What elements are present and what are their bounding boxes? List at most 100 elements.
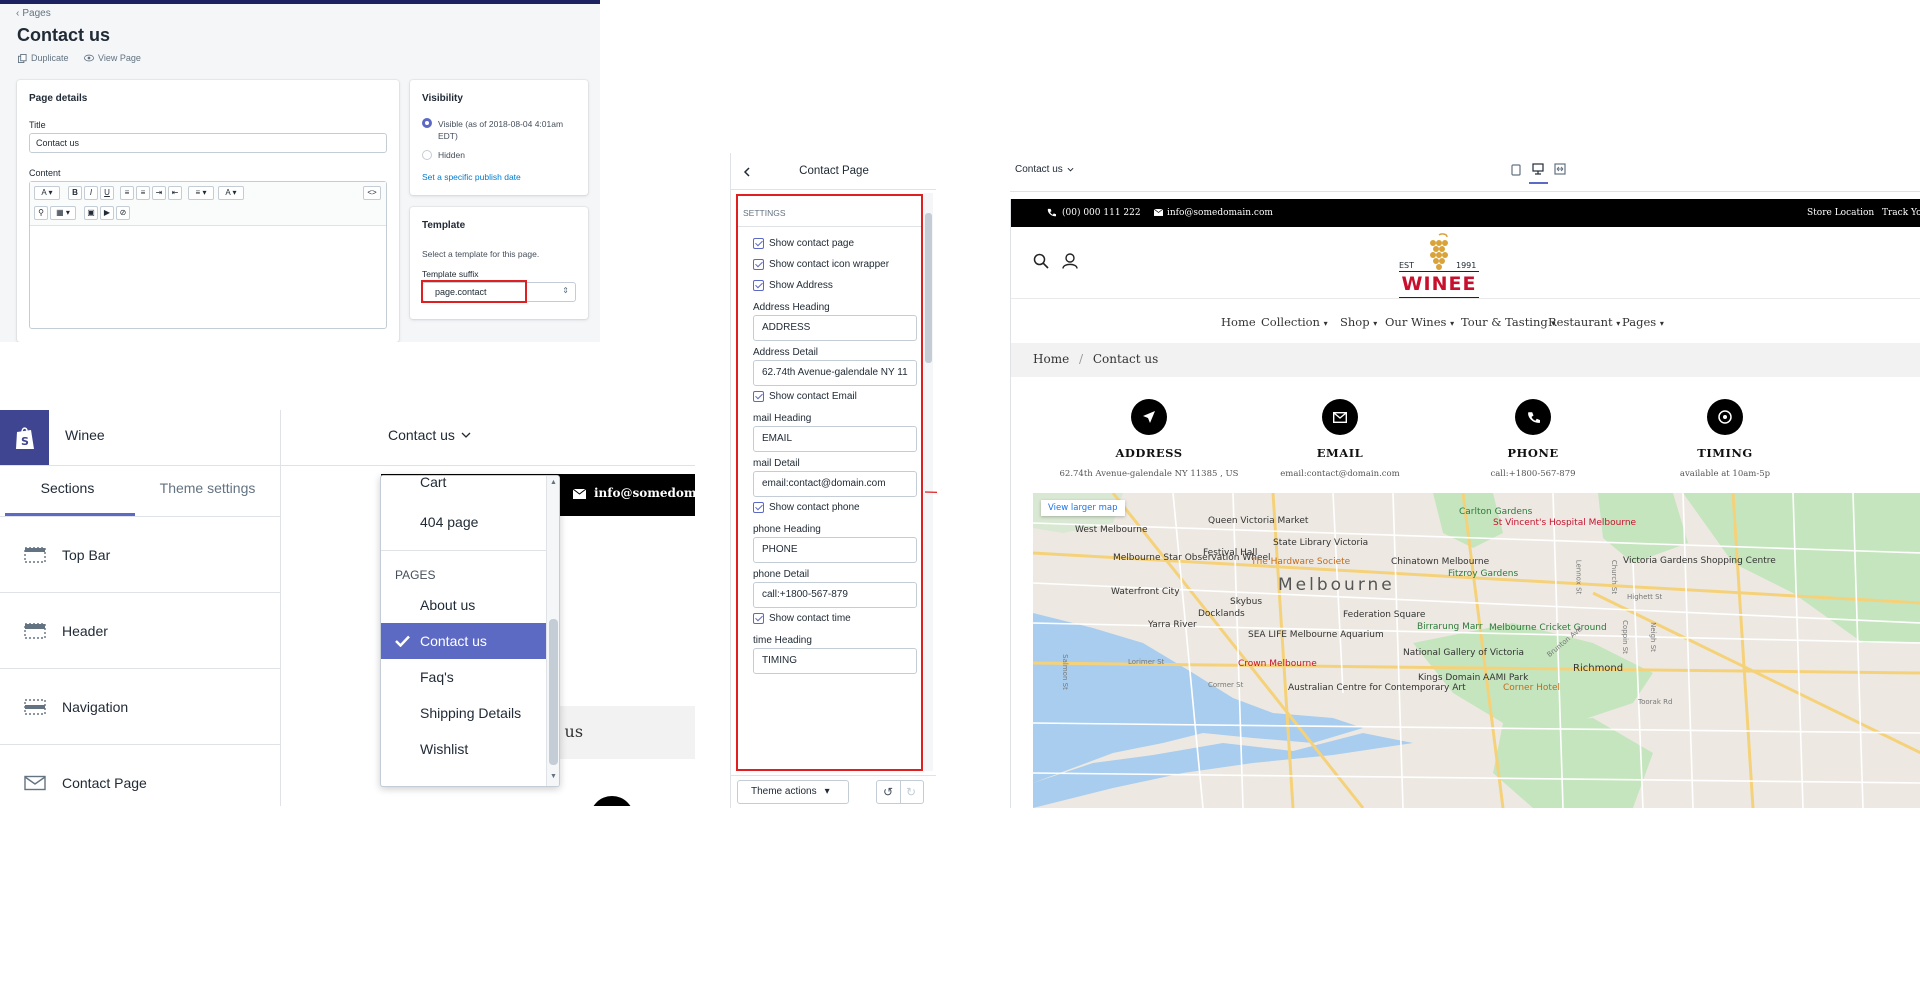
html-button[interactable]: <> (363, 186, 381, 200)
nav-restaurant[interactable]: Restaurant ▾ (1548, 315, 1620, 329)
fullscreen-view-icon[interactable] (1554, 163, 1566, 175)
scroll-up-icon[interactable]: ▲ (550, 479, 557, 486)
italic-button[interactable]: I (84, 186, 98, 200)
tab-theme-settings[interactable]: Theme settings (135, 480, 280, 496)
settings-scrollbar-thumb[interactable] (925, 213, 932, 363)
map-label: Toorak Rd (1638, 698, 1673, 706)
show-time-checkbox[interactable]: Show contact time (753, 613, 851, 624)
map-label: Cormer St (1208, 681, 1244, 689)
address-heading-input[interactable]: ADDRESS (753, 315, 917, 341)
section-icon (24, 698, 46, 715)
clear-format-icon[interactable]: ⊘ (116, 206, 130, 220)
google-map[interactable]: View larger map Melbourne West Melbourne… (1033, 493, 1920, 808)
user-icon[interactable] (1062, 253, 1078, 269)
scrollbar-thumb[interactable] (549, 619, 558, 765)
dropdown-item-404[interactable]: 404 page (381, 504, 546, 540)
breadcrumb-pages-link[interactable]: Pages (22, 8, 50, 19)
sidebar-item-contact-page[interactable]: Contact Page (0, 745, 280, 806)
dropdown-item-faq[interactable]: Faq's (381, 659, 546, 695)
settings-scrollbar[interactable] (924, 193, 933, 771)
text-color-button[interactable]: A ▾ (218, 186, 244, 200)
scroll-down-icon[interactable]: ▼ (550, 773, 557, 780)
mobile-view-icon[interactable] (1511, 164, 1521, 176)
topbar-track-order[interactable]: Track Yo (1882, 208, 1920, 218)
time-heading-label: time Heading (753, 635, 812, 646)
map-label: West Melbourne (1075, 525, 1148, 535)
show-address-checkbox[interactable]: Show Address (753, 280, 833, 291)
preview-page-selector[interactable]: Contact us (1015, 164, 1074, 175)
breadcrumb-home-link[interactable]: Home (1033, 352, 1069, 366)
dropdown-item-cart[interactable]: Cart (381, 476, 546, 494)
redo-icon[interactable]: ↻ (906, 785, 916, 799)
undo-icon[interactable]: ↺ (883, 785, 893, 799)
map-label: Lorimer St (1128, 658, 1165, 666)
show-email-checkbox[interactable]: Show contact Email (753, 391, 857, 402)
view-page-button[interactable]: View Page (84, 53, 141, 63)
desktop-view-icon[interactable] (1532, 163, 1544, 175)
nav-our-wines[interactable]: Our Wines ▾ (1385, 315, 1454, 329)
hidden-radio[interactable] (422, 150, 432, 160)
template-card: Template Select a template for this page… (410, 207, 588, 319)
search-icon[interactable] (1033, 253, 1049, 269)
bullet-list-button[interactable]: ≡ (120, 186, 134, 200)
publish-date-link[interactable]: Set a specific publish date (422, 172, 521, 182)
sidebar-item-header[interactable]: Header (0, 593, 280, 669)
title-input[interactable]: Contact us (29, 133, 387, 153)
outdent-button[interactable]: ⇤ (168, 186, 182, 200)
table-button[interactable]: ▦ ▾ (50, 206, 76, 220)
link-icon[interactable]: ⚲ (34, 206, 48, 220)
nav-home[interactable]: Home (1221, 315, 1256, 329)
visible-radio[interactable] (422, 118, 432, 128)
shopify-logo: S (0, 410, 49, 465)
show-phone-checkbox[interactable]: Show contact phone (753, 502, 860, 513)
show-icon-wrapper-checkbox[interactable]: Show contact icon wrapper (753, 259, 889, 270)
tab-sections[interactable]: Sections (0, 480, 135, 496)
image-icon[interactable]: ▣ (84, 206, 98, 220)
nav-shop[interactable]: Shop ▾ (1340, 315, 1377, 329)
breadcrumb-bar: Home / Contact us (1011, 343, 1920, 377)
undo-redo-divider (900, 781, 901, 803)
nav-collection[interactable]: Collection ▾ (1261, 315, 1328, 329)
winee-logo[interactable]: EST 1991 WINEE (1389, 233, 1489, 299)
phone-detail-input[interactable]: call:+1800-567-879 (753, 582, 917, 608)
font-button[interactable]: A ▾ (34, 186, 60, 200)
sidebar-item-top-bar[interactable]: Top Bar (0, 517, 280, 593)
page-selector[interactable]: Contact us (388, 427, 471, 443)
underline-button[interactable]: U (100, 186, 114, 200)
dropdown-scrollbar[interactable]: ▲ ▼ (546, 476, 559, 786)
store-name: Winee (65, 427, 105, 443)
bold-button[interactable]: B (68, 186, 82, 200)
duplicate-button[interactable]: Duplicate (18, 53, 69, 63)
dropdown-item-contact[interactable]: Contact us (381, 623, 546, 659)
view-larger-map-link[interactable]: View larger map (1041, 500, 1125, 516)
map-label: Salmon St (1060, 654, 1069, 690)
align-button[interactable]: ≡ ▾ (188, 186, 214, 200)
nav-pages[interactable]: Pages ▾ (1622, 315, 1664, 329)
phone-heading-input[interactable]: PHONE (753, 537, 917, 563)
content-editor[interactable]: A ▾ B I U ≡ ≡ ⇥ ⇤ ≡ ▾ A ▾ <> ⚲ ▦ ▾ ▣ ▶ ⊘ (29, 181, 387, 329)
mail-icon (573, 489, 586, 499)
topbar-store-location[interactable]: Store Location (1807, 208, 1874, 218)
video-icon[interactable]: ▶ (100, 206, 114, 220)
dropdown-item-wishlist[interactable]: Wishlist (381, 731, 546, 767)
map-label: Carlton Gardens (1459, 507, 1533, 517)
map-label: AAMI Park (1483, 673, 1529, 683)
breadcrumb[interactable]: ‹ Pages (16, 8, 51, 19)
mail-detail-input[interactable]: email:contact@domain.com (753, 471, 917, 497)
indent-button[interactable]: ⇥ (152, 186, 166, 200)
show-contact-page-checkbox[interactable]: Show contact page (753, 238, 854, 249)
theme-actions-button[interactable]: Theme actions ▾ (737, 780, 849, 804)
dropdown-item-shipping[interactable]: Shipping Details (381, 695, 546, 731)
time-heading-input[interactable]: TIMING (753, 648, 917, 674)
checkbox-checked-icon (753, 391, 764, 402)
map-city-label: Melbourne (1278, 575, 1395, 595)
nav-tour-tasting[interactable]: Tour & Tasting ▾ (1461, 315, 1555, 329)
dropdown-item-about[interactable]: About us (381, 587, 546, 623)
caret-down-icon: ▾ (824, 786, 830, 797)
sidebar-item-navigation[interactable]: Navigation (0, 669, 280, 745)
map-label: Richmond (1573, 663, 1624, 674)
theme-editor-panel: S Winee Contact us Sections Theme settin… (0, 410, 695, 806)
mail-heading-input[interactable]: EMAIL (753, 426, 917, 452)
number-list-button[interactable]: ≡ (136, 186, 150, 200)
address-detail-input[interactable]: 62.74th Avenue-galendale NY 11 (753, 360, 917, 386)
